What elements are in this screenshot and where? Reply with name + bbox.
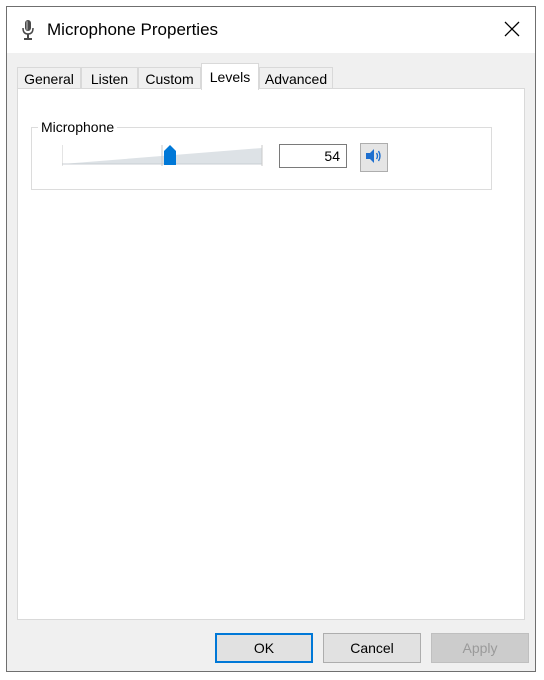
- ok-button[interactable]: OK: [215, 633, 313, 663]
- cancel-button[interactable]: Cancel: [323, 633, 421, 663]
- speaker-icon: [364, 146, 384, 169]
- apply-button[interactable]: Apply: [431, 633, 529, 663]
- level-value-field[interactable]: 54: [279, 144, 347, 168]
- properties-dialog: Microphone Properties General Listen Cus…: [6, 6, 536, 672]
- tab-levels[interactable]: Levels: [201, 63, 259, 90]
- levels-panel: Microphone 54: [17, 88, 525, 620]
- window-title: Microphone Properties: [47, 20, 219, 39]
- microphone-group: Microphone 54: [31, 119, 492, 190]
- tab-advanced[interactable]: Advanced: [259, 67, 333, 89]
- level-slider[interactable]: [62, 144, 264, 174]
- title-bar: Microphone Properties: [7, 7, 535, 53]
- group-label: Microphone: [38, 119, 118, 135]
- microphone-icon: [21, 19, 35, 41]
- close-icon: [504, 21, 520, 40]
- close-button[interactable]: [489, 7, 535, 53]
- mute-toggle-button[interactable]: [360, 143, 388, 172]
- tab-custom[interactable]: Custom: [138, 67, 201, 89]
- tab-listen[interactable]: Listen: [81, 67, 138, 89]
- tab-general[interactable]: General: [17, 67, 81, 89]
- slider-thumb[interactable]: [164, 145, 176, 165]
